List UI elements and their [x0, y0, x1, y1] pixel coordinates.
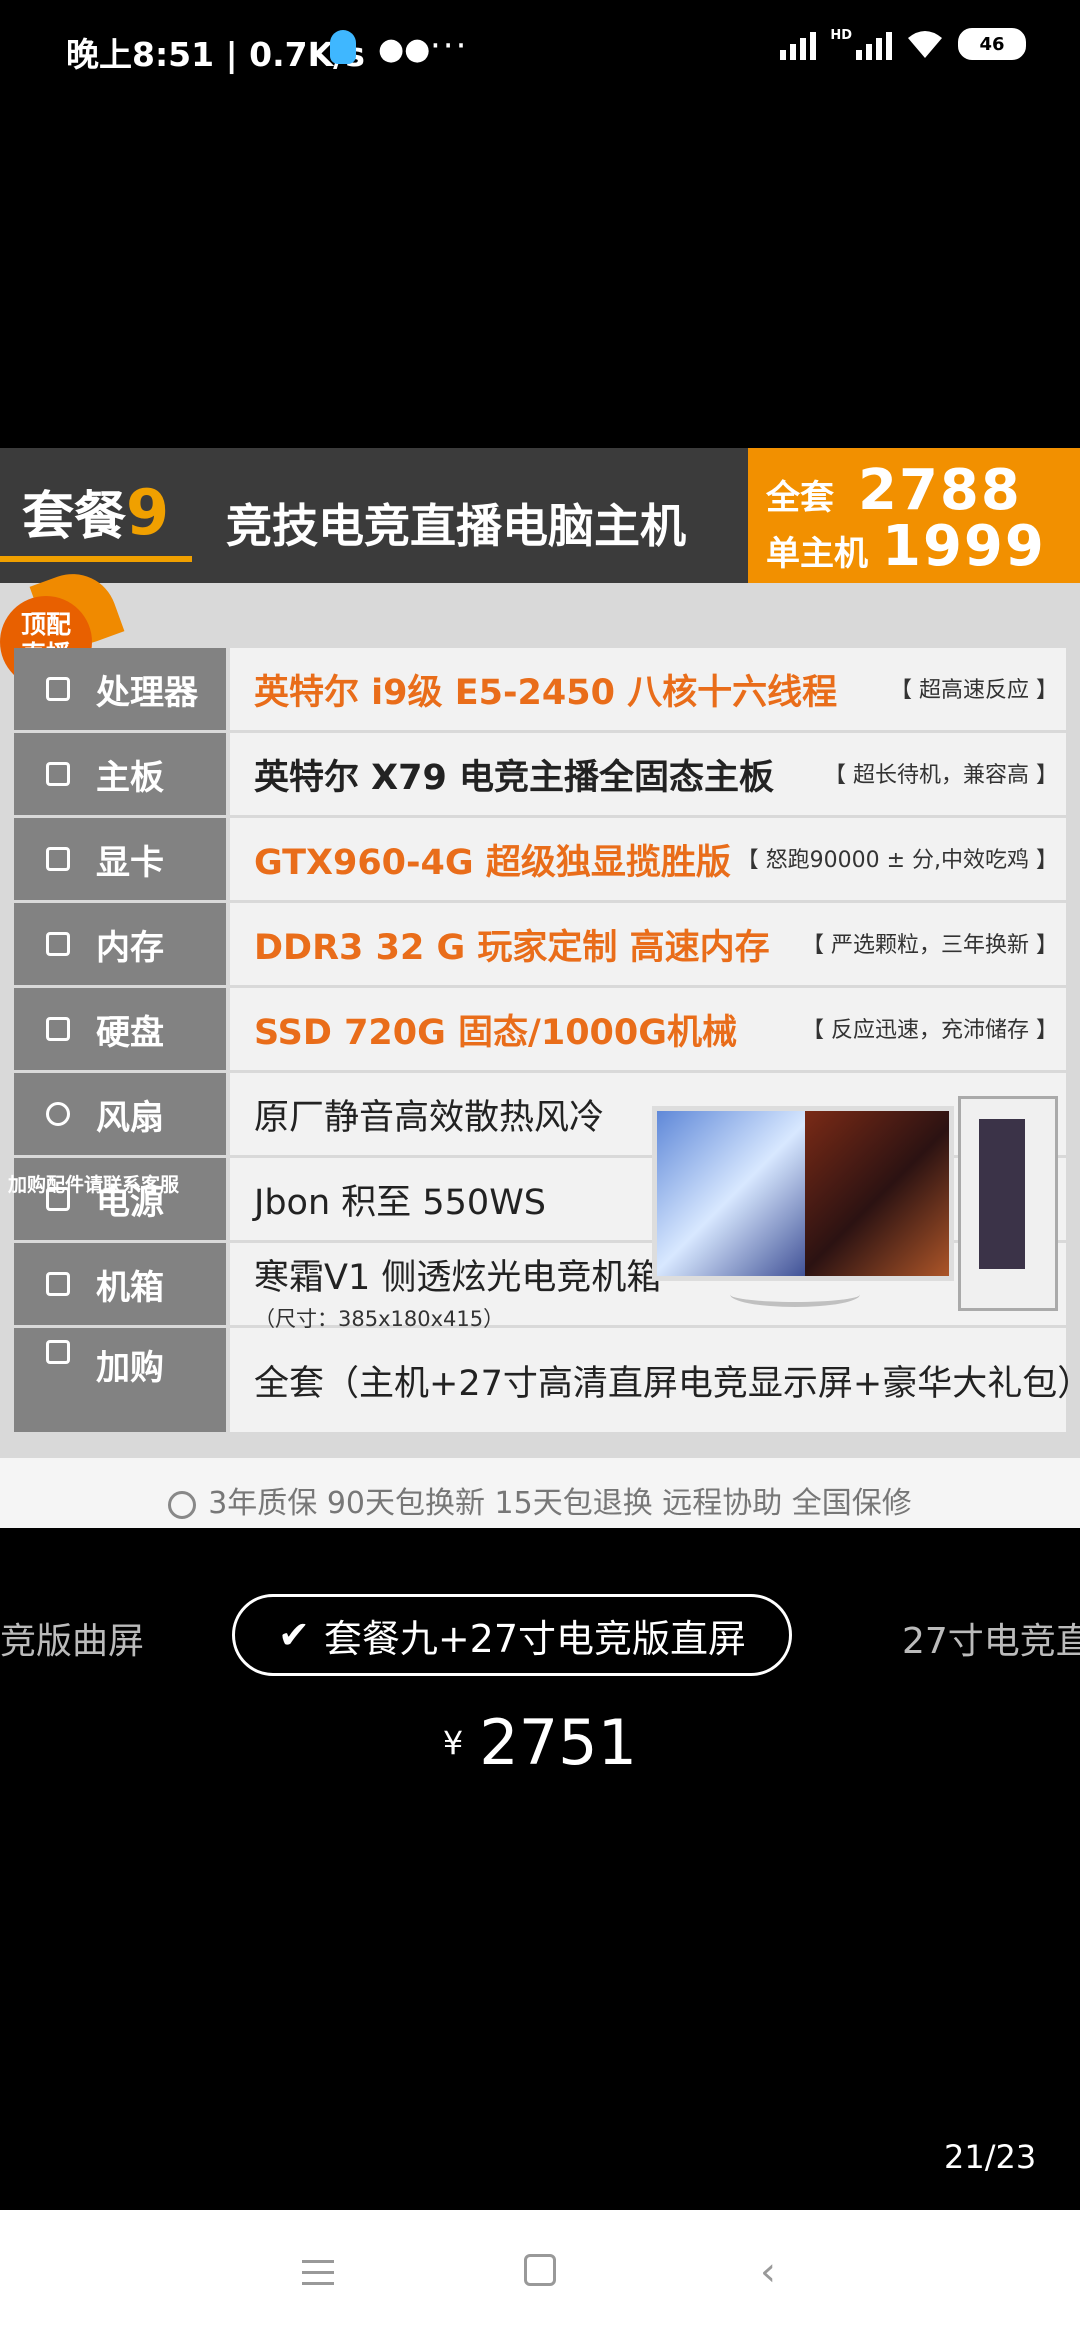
- sku-price: ¥2751: [0, 1706, 1080, 1779]
- host-price: 1999: [882, 514, 1046, 579]
- cart-icon: [46, 1340, 70, 1364]
- cpu-icon: [46, 677, 70, 701]
- spec-value: GTX960-4G 超级独显揽胜版: [254, 842, 731, 883]
- promo-header: 套餐9 竞技电竞直播电脑主机 全套 2788 单主机 1999: [0, 448, 1080, 583]
- spec-label: 风扇: [96, 1097, 164, 1138]
- full-set-label: 全套: [766, 478, 834, 518]
- wechat-notification-icon: ●●: [378, 32, 431, 67]
- currency-symbol: ¥: [442, 1723, 464, 1762]
- memory-icon: [46, 932, 70, 956]
- spec-label: 处理器: [96, 672, 198, 713]
- package-title: 套餐9: [22, 474, 169, 549]
- spec-value: 寒霜V1 侧透炫光电竞机箱: [254, 1258, 662, 1298]
- case-icon: [46, 1272, 70, 1296]
- spec-row: 内存 DDR3 32 G 玩家定制 高速内存 【 严选颗粒，三年换新 】: [14, 903, 1066, 988]
- home-icon[interactable]: [524, 2254, 556, 2286]
- fan-icon: [46, 1102, 70, 1126]
- more-notifications-icon: ···: [430, 26, 469, 66]
- motherboard-icon: [46, 762, 70, 786]
- sku-option-next[interactable]: 27寸电竞直: [902, 1612, 1080, 1664]
- page-indicator: 21/23: [944, 2138, 1037, 2176]
- spec-note: 【 超高速反应 】: [890, 678, 1058, 703]
- spec-table: 处理器 英特尔 i9级 E5-2450 八核十六线程 【 超高速反应 】 主板 英…: [14, 648, 1080, 1432]
- menu-icon[interactable]: [302, 2260, 334, 2293]
- spec-row: 加购 全套（主机+27寸高清直屏电竞显示屏+豪华大礼包）: [14, 1328, 1080, 1432]
- signal-icon-2: [856, 28, 892, 60]
- host-label: 单主机: [766, 534, 868, 574]
- spec-note: 【 严选颗粒，三年换新 】: [802, 933, 1058, 958]
- spec-note: 【 反应迅速，充沛储存 】: [802, 1018, 1058, 1043]
- status-time-speed: 晚上8:51 | 0.7K/s: [66, 35, 365, 74]
- package-label: 套餐: [22, 487, 127, 547]
- sku-options: 竞版曲屏 ✔ 套餐九+27寸电竞版直屏 27寸电竞直: [0, 1594, 1080, 1678]
- sku-option-selected[interactable]: ✔ 套餐九+27寸电竞版直屏: [232, 1594, 792, 1676]
- spec-label: 主板: [96, 757, 164, 798]
- gpu-icon: [46, 847, 70, 871]
- spec-note: 【 超长待机，兼容高 】: [824, 763, 1058, 788]
- product-image[interactable]: 套餐9 竞技电竞直播电脑主机 全套2788 单主机1999 顶配 直播 处理器 …: [0, 448, 1080, 1528]
- sku-option-prev[interactable]: 竞版曲屏: [0, 1612, 144, 1664]
- system-nav-bar: ‹: [0, 2210, 1080, 2340]
- spec-value: Jbon 积至 550WS: [254, 1182, 547, 1223]
- spec-value: DDR3 32 G 玩家定制 高速内存: [254, 927, 770, 968]
- disk-icon: [46, 1017, 70, 1041]
- spec-row: 处理器 英特尔 i9级 E5-2450 八核十六线程 【 超高速反应 】: [14, 648, 1066, 733]
- spec-label: 加购: [96, 1348, 164, 1388]
- spec-label: 机箱: [96, 1267, 164, 1308]
- warranty-text: 3年质保 90天包换新 15天包退换 远程协助 全国保修: [208, 1486, 912, 1521]
- title-underline: [0, 556, 192, 562]
- spec-label: 内存: [96, 927, 164, 968]
- spec-value: 英特尔 i9级 E5-2450 八核十六线程: [254, 672, 838, 713]
- wifi-icon: [908, 31, 942, 58]
- monitor-image: [652, 1106, 954, 1281]
- hd-label: HD: [830, 28, 852, 43]
- monitor-stand: [730, 1282, 860, 1307]
- spec-label: 硬盘: [96, 1012, 164, 1053]
- qq-notification-icon: [330, 30, 356, 64]
- check-icon: ✔: [277, 1613, 310, 1657]
- sku-option-label: 套餐九+27寸电竞版直屏: [323, 1616, 747, 1661]
- service-icon: [168, 1490, 197, 1519]
- battery-icon: 46: [958, 28, 1026, 60]
- price-amount: 2751: [479, 1706, 638, 1779]
- spec-row: 主板 英特尔 X79 电竞主播全固态主板 【 超长待机，兼容高 】: [14, 733, 1066, 818]
- badge-line-1: 顶配: [20, 610, 71, 639]
- spec-value: SSD 720G 固态/1000G机械: [254, 1012, 737, 1053]
- warranty-bar: 3年质保 90天包换新 15天包退换 远程协助 全国保修: [0, 1458, 1080, 1528]
- spec-value: 全套（主机+27寸高清直屏电竞显示屏+豪华大礼包）: [254, 1363, 1080, 1404]
- promo-title: 竞技电竞直播电脑主机: [226, 499, 686, 553]
- package-number: 9: [126, 476, 170, 549]
- spec-note: 【 怒跑90000 ± 分,中效吃鸡 】: [736, 848, 1058, 873]
- spec-value: 原厂静音高效散热风冷: [254, 1097, 605, 1138]
- status-bar: 晚上8:51 | 0.7K/s ●● ··· HD 46: [0, 0, 1080, 100]
- spec-label: 显卡: [96, 842, 164, 883]
- spec-value: 英特尔 X79 电竞主播全固态主板: [254, 757, 775, 798]
- spec-row: 显卡 GTX960-4G 超级独显揽胜版【 怒跑90000 ± 分,中效吃鸡 】: [14, 818, 1066, 903]
- signal-icon: [780, 28, 817, 60]
- addon-note: 加购配件请联系客服: [8, 1174, 180, 1196]
- price-box: 全套 2788 单主机 1999: [748, 448, 1080, 583]
- back-icon[interactable]: ‹: [760, 2252, 776, 2292]
- pc-case-image: [958, 1096, 1058, 1311]
- spec-row: 硬盘 SSD 720G 固态/1000G机械 【 反应迅速，充沛储存 】: [14, 988, 1066, 1073]
